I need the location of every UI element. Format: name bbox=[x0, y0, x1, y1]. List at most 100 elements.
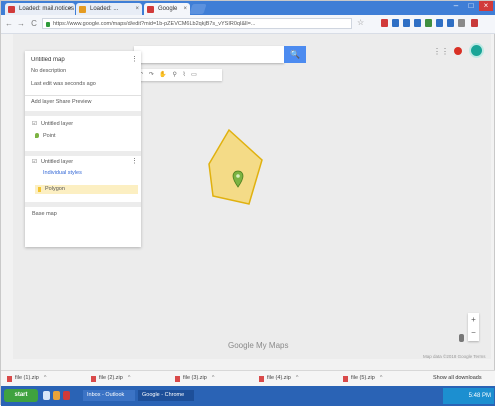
file-icon bbox=[7, 376, 12, 382]
extension-icon[interactable] bbox=[458, 19, 465, 27]
quicklaunch-icon[interactable] bbox=[63, 391, 70, 400]
file-icon bbox=[343, 376, 348, 382]
bookmark-star-icon[interactable]: ☆ bbox=[357, 18, 364, 27]
chevron-up-icon[interactable]: ^ bbox=[380, 375, 383, 381]
file-icon bbox=[259, 376, 264, 382]
map-toolbar[interactable]: ↶ ↷ ✋ ⚲ ⌇ ▭ bbox=[134, 69, 222, 81]
download-item[interactable]: file (1).zip ^ bbox=[7, 374, 85, 383]
clock[interactable]: 5:48 PM bbox=[469, 393, 491, 399]
zoom-out-button[interactable]: − bbox=[468, 326, 479, 339]
tab-label: Loaded: ... bbox=[90, 6, 119, 12]
more-options-icon[interactable]: ⋮ bbox=[131, 55, 138, 63]
extension-icon[interactable] bbox=[436, 19, 443, 27]
chevron-up-icon[interactable]: ^ bbox=[212, 375, 215, 381]
quicklaunch-icon[interactable] bbox=[53, 391, 60, 400]
forward-button[interactable]: → bbox=[16, 18, 26, 29]
pegman-icon[interactable] bbox=[459, 334, 464, 342]
download-label: file (4).zip bbox=[267, 375, 291, 381]
tab-favicon-icon bbox=[147, 6, 154, 13]
system-tray: 5:48 PM bbox=[443, 388, 494, 404]
chevron-up-icon[interactable]: ^ bbox=[296, 375, 299, 381]
tab-label: Google bbox=[158, 6, 178, 12]
tab-3[interactable]: Google × bbox=[144, 3, 190, 15]
polygon-swatch-icon bbox=[38, 187, 41, 192]
map-legend-panel: Untitled map ⋮ No description Last edit … bbox=[25, 51, 141, 247]
map-title[interactable]: Untitled map bbox=[31, 57, 65, 63]
search-input[interactable] bbox=[134, 46, 284, 63]
apps-icon[interactable]: ⋮⋮ bbox=[433, 47, 449, 56]
windows-taskbar: start Inbox - Outlook Google - Chrome 5:… bbox=[1, 386, 495, 406]
tab-2[interactable]: Loaded: ... × bbox=[76, 3, 142, 15]
extension-icon[interactable] bbox=[403, 19, 410, 27]
download-item[interactable]: file (5).zip ^ bbox=[343, 374, 421, 383]
chevron-up-icon[interactable]: ^ bbox=[128, 375, 131, 381]
title-bar: Loaded: mail.notices × Loaded: ... × Goo… bbox=[1, 1, 495, 15]
tab-label: Loaded: mail.notices bbox=[19, 6, 75, 12]
taskbar-item[interactable]: Google - Chrome bbox=[138, 390, 194, 401]
download-label: file (2).zip bbox=[99, 375, 123, 381]
quicklaunch-icon[interactable] bbox=[43, 391, 50, 400]
divider bbox=[25, 95, 141, 96]
base-map-toggle[interactable]: Base map bbox=[32, 211, 57, 217]
selected-feature-row[interactable]: Polygon bbox=[35, 185, 138, 194]
checkbox-icon[interactable]: ☑ bbox=[32, 159, 37, 165]
extension-icon[interactable] bbox=[414, 19, 421, 27]
extension-icon[interactable] bbox=[392, 19, 399, 27]
download-item[interactable]: file (3).zip ^ bbox=[175, 374, 253, 383]
last-edit-status: Last edit was seconds ago bbox=[31, 81, 96, 87]
divider bbox=[25, 151, 141, 156]
extension-icon[interactable] bbox=[425, 19, 432, 27]
layer-title[interactable]: Untitled layer bbox=[41, 159, 73, 165]
divider bbox=[25, 111, 141, 116]
more-options-icon[interactable]: ⋮ bbox=[131, 157, 138, 165]
google-logo: Google My Maps bbox=[228, 341, 289, 350]
tab-1[interactable]: Loaded: mail.notices × bbox=[5, 3, 75, 15]
polygon-area[interactable] bbox=[208, 128, 263, 205]
feature-label: Polygon bbox=[45, 186, 65, 192]
extension-icon[interactable] bbox=[381, 19, 388, 27]
layer-title[interactable]: Untitled layer bbox=[41, 121, 73, 127]
minimize-button[interactable]: – bbox=[449, 1, 463, 11]
close-icon[interactable]: × bbox=[68, 3, 72, 15]
close-icon[interactable]: × bbox=[135, 3, 139, 15]
address-bar[interactable]: https://www.google.com/maps/d/edit?mid=1… bbox=[42, 18, 352, 29]
file-icon bbox=[175, 376, 180, 382]
reload-button[interactable]: C bbox=[29, 18, 39, 29]
polygon-shape[interactable] bbox=[207, 128, 267, 210]
extension-icon[interactable] bbox=[447, 19, 454, 27]
panel-actions[interactable]: Add layer Share Preview bbox=[31, 99, 92, 105]
browser-window: Loaded: mail.notices × Loaded: ... × Goo… bbox=[0, 0, 495, 406]
map-canvas[interactable]: 🔍 ↶ ↷ ✋ ⚲ ⌇ ▭ ⋮⋮ Untitled map ⋮ No descr… bbox=[13, 34, 491, 359]
menu-icon[interactable] bbox=[471, 19, 478, 27]
close-window-button[interactable]: × bbox=[479, 1, 493, 11]
download-label: file (5).zip bbox=[351, 375, 375, 381]
file-icon bbox=[91, 376, 96, 382]
tab-favicon-icon bbox=[8, 6, 15, 13]
download-label: file (3).zip bbox=[183, 375, 207, 381]
tab-favicon-icon bbox=[79, 6, 86, 13]
chevron-up-icon[interactable]: ^ bbox=[44, 375, 47, 381]
download-item[interactable]: file (4).zip ^ bbox=[259, 374, 337, 383]
checkbox-icon[interactable]: ☑ bbox=[32, 121, 37, 127]
back-button[interactable]: ← bbox=[4, 18, 14, 29]
layer-style-link[interactable]: Individual styles bbox=[43, 170, 82, 176]
search-button[interactable]: 🔍 bbox=[284, 46, 306, 63]
show-all-downloads-link[interactable]: Show all downloads bbox=[433, 374, 482, 383]
lock-icon bbox=[46, 22, 50, 27]
downloads-shelf: file (1).zip ^ file (2).zip ^ file (3).zip… bbox=[1, 370, 495, 386]
layer-item[interactable]: Point bbox=[43, 133, 56, 139]
divider bbox=[25, 202, 141, 207]
start-button[interactable]: start bbox=[4, 389, 38, 402]
address-text: https://www.google.com/maps/d/edit?mid=1… bbox=[53, 21, 256, 27]
maximize-button[interactable]: □ bbox=[464, 1, 478, 11]
map-attribution[interactable]: Map data ©2018 Google Terms bbox=[423, 354, 486, 359]
close-icon[interactable]: × bbox=[183, 3, 187, 15]
notifications-icon[interactable] bbox=[454, 47, 462, 55]
taskbar-item[interactable]: Inbox - Outlook bbox=[83, 390, 135, 401]
map-marker-icon[interactable] bbox=[232, 170, 244, 188]
zoom-in-button[interactable]: + bbox=[468, 313, 479, 326]
avatar[interactable] bbox=[469, 43, 484, 58]
map-description[interactable]: No description bbox=[31, 68, 66, 74]
download-item[interactable]: file (2).zip ^ bbox=[91, 374, 169, 383]
new-tab-button[interactable] bbox=[189, 4, 207, 14]
